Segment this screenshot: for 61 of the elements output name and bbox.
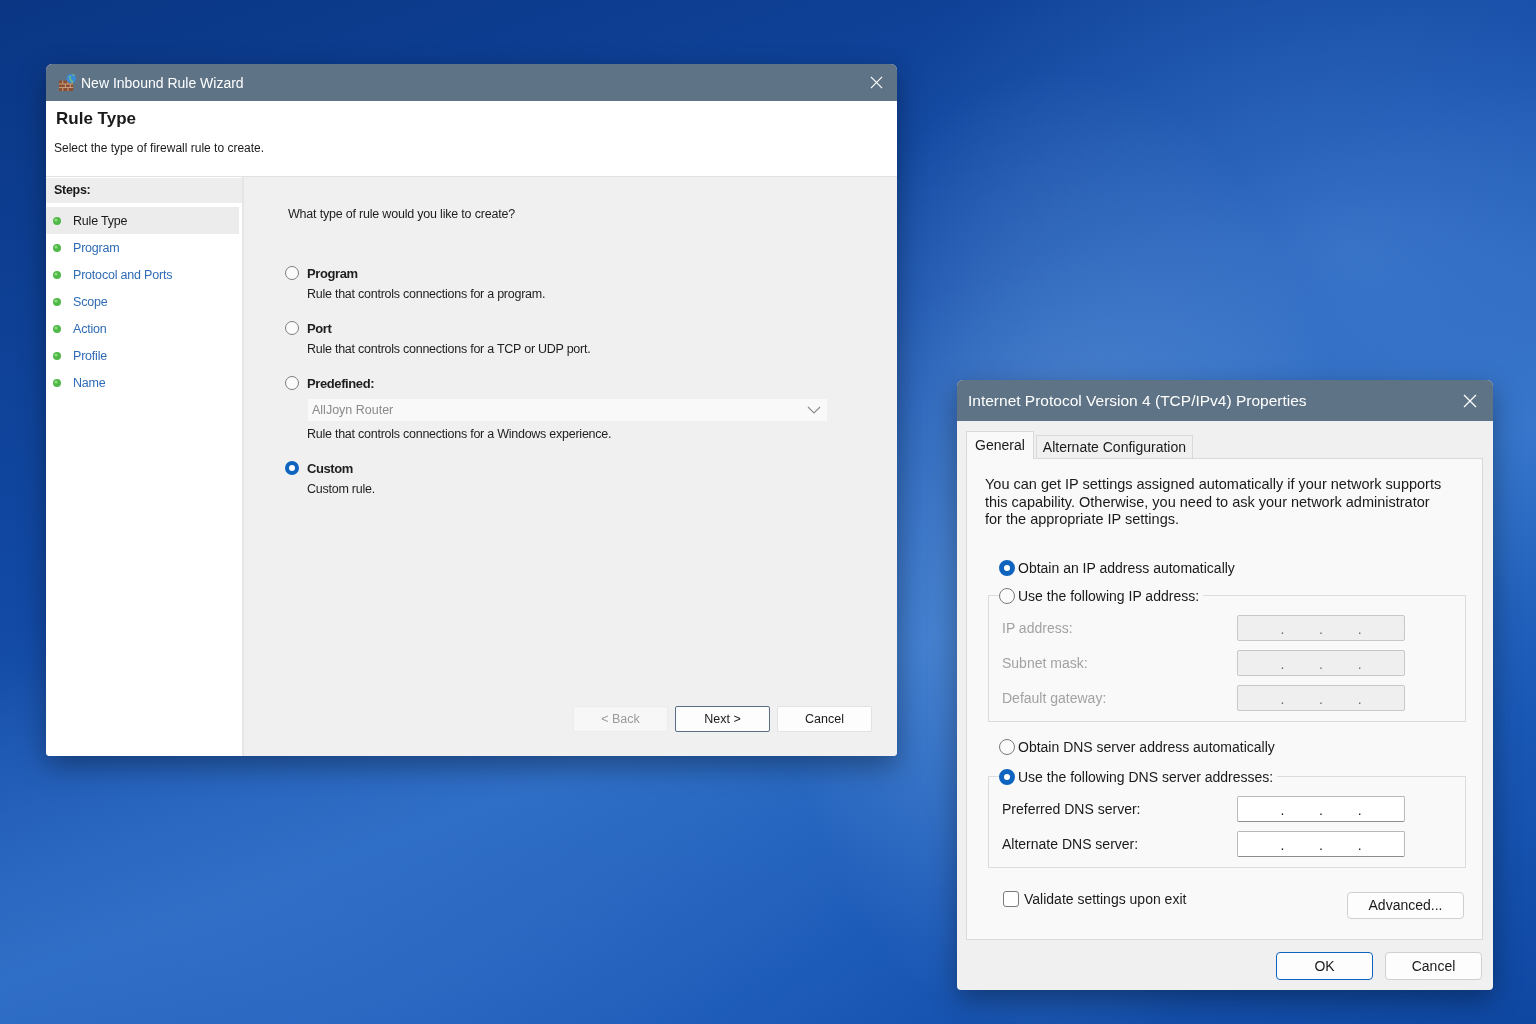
option-description: Rule that controls connections for a program. [306, 286, 547, 303]
chevron-down-icon [807, 406, 821, 414]
radio-button[interactable] [285, 376, 299, 390]
status-dot-icon [53, 351, 61, 360]
page-heading: Rule Type [56, 109, 137, 129]
tab[interactable]: General [966, 431, 1034, 459]
status-dot-icon [53, 270, 61, 279]
option-label: Port [307, 320, 332, 336]
window-title: Internet Protocol Version 4 (TCP/IPv4) Properties [968, 391, 1307, 410]
step-item[interactable]: Profile [46, 342, 239, 369]
field-label: IP address: [1002, 619, 1074, 636]
checkbox-label: Validate settings upon exit [1024, 890, 1187, 907]
question-text: What type of rule would you like to create? [287, 206, 516, 222]
advanced-button[interactable]: Advanced... [1347, 891, 1464, 919]
option-description: Custom rule. [306, 481, 376, 498]
next-button[interactable]: Next > [675, 706, 770, 732]
step-item[interactable]: Protocol and Ports [46, 261, 239, 288]
radio-button[interactable] [285, 266, 299, 280]
radio-label: Use the following IP address: [1018, 587, 1200, 604]
radio-label: Obtain an IP address automatically [1018, 559, 1235, 576]
close-icon[interactable] [870, 76, 883, 89]
step-item[interactable]: Action [46, 315, 239, 342]
option-label: Predefined: [307, 375, 375, 391]
checkbox[interactable] [1003, 890, 1019, 907]
window-title: New Inbound Rule Wizard [81, 74, 244, 91]
cancel-button[interactable]: Cancel [777, 706, 872, 732]
status-dot-icon [53, 324, 61, 333]
step-item[interactable]: Program [46, 234, 239, 261]
radio-button[interactable] [285, 461, 299, 475]
brick-wall-globe-icon [58, 73, 77, 92]
radio-label: Obtain DNS server address automatically [1018, 738, 1275, 755]
tab[interactable]: Alternate Configuration [1035, 435, 1193, 458]
option-label: Custom [307, 460, 353, 476]
ip-address-field[interactable]: . . . [1237, 795, 1405, 822]
radio-button[interactable] [999, 738, 1015, 755]
radio-button[interactable] [999, 559, 1015, 576]
cancel-button[interactable]: Cancel [1385, 952, 1482, 980]
option-description: Rule that controls connections for a Windows experience. [306, 426, 613, 443]
radio-button[interactable] [999, 768, 1015, 785]
field-label: Default gateway: [1002, 689, 1108, 706]
step-item[interactable]: Rule Type [46, 207, 239, 234]
status-dot-icon [53, 216, 61, 225]
field-label: Alternate DNS server: [1002, 835, 1140, 852]
step-item[interactable]: Name [46, 369, 239, 396]
page-subheading: Select the type of firewall rule to create. [54, 140, 266, 156]
option-description: Rule that controls connections for a TCP or UDP port. [306, 341, 592, 358]
step-item[interactable]: Scope [46, 288, 239, 315]
field-label: Preferred DNS server: [1002, 800, 1142, 817]
steps-header: Steps: [46, 178, 242, 203]
intro-text: You can get IP settings assigned automatically if your network supports this capability. Otherwise, you need to ask your network administrator for the appropriate IP settings. [985, 476, 1443, 529]
field-label: Subnet mask: [1002, 654, 1089, 671]
radio-label: Use the following DNS server addresses: [1018, 768, 1274, 785]
status-dot-icon [53, 243, 61, 252]
option-label: Program [307, 265, 358, 281]
status-dot-icon [53, 378, 61, 387]
close-icon[interactable] [1463, 393, 1477, 408]
radio-button[interactable] [999, 587, 1015, 604]
ip-address-field[interactable]: . . . [1237, 830, 1405, 857]
status-dot-icon [53, 297, 61, 306]
radio-button[interactable] [285, 321, 299, 335]
ok-button[interactable]: OK [1276, 952, 1373, 980]
